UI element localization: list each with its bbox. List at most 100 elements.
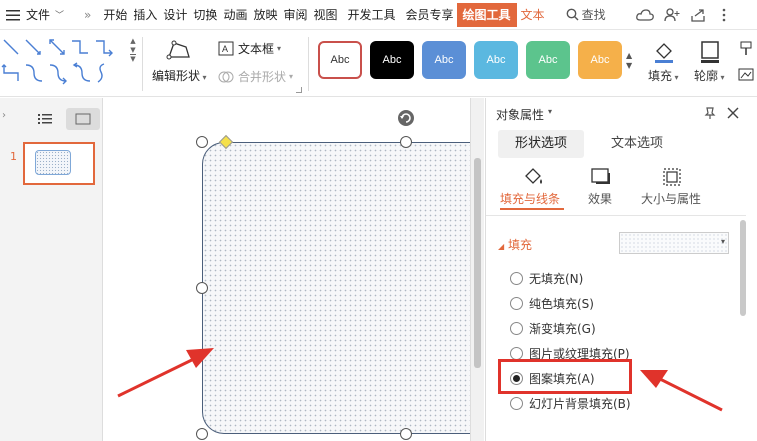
style-blue[interactable]: Abc [422, 41, 466, 79]
radio-button [510, 322, 523, 335]
ribbon: ▲ ▼ ▼ 编辑形状 ▾ A 文本框 ▾ 合并形状 ▾ Abc Abc Abc Abc … [0, 31, 757, 97]
tab-view[interactable]: 视图 [310, 0, 340, 30]
radio-no-fill[interactable]: 无填充(N) [510, 270, 583, 287]
slide-number: 1 [10, 150, 17, 163]
slide-thumbnail[interactable] [23, 142, 95, 185]
tab-home[interactable]: 开始 [100, 0, 130, 30]
svg-text:A: A [222, 44, 228, 54]
panel-title[interactable]: 对象属性 [496, 106, 544, 123]
more-options-icon[interactable] [719, 0, 729, 30]
radio-label: 渐变填充(G) [529, 322, 596, 336]
tab-design[interactable]: 设计 [160, 0, 190, 30]
tab-shape-options[interactable]: 形状选项 [498, 130, 584, 158]
outline-button[interactable]: 轮廓 ▾ [690, 37, 730, 89]
style-outline-red[interactable]: Abc [318, 41, 362, 79]
radio-button [510, 297, 523, 310]
resize-handle[interactable] [196, 282, 208, 294]
tab-animation[interactable]: 动画 [220, 0, 250, 30]
close-icon[interactable] [727, 107, 739, 119]
radio-slide-background-fill[interactable]: 幻灯片背景填充(B) [510, 395, 631, 412]
fill-label: 填充 [648, 69, 673, 83]
pin-icon[interactable] [703, 106, 717, 120]
tab-transition[interactable]: 切换 [190, 0, 220, 30]
picture-effects-icon[interactable] [738, 67, 754, 83]
style-green[interactable]: Abc [526, 41, 570, 79]
outline-icon [701, 41, 719, 63]
text-box-button[interactable]: A 文本框 ▾ [218, 39, 281, 57]
search-label: 查找 [581, 8, 606, 22]
tab-member[interactable]: 会员专享 [403, 0, 457, 30]
resize-handle[interactable] [196, 136, 208, 148]
format-painter-icon[interactable] [738, 41, 754, 57]
tab-developer[interactable]: 开发工具 [345, 0, 399, 30]
canvas-scrollbar[interactable] [470, 98, 484, 441]
tab-drawing-tools[interactable]: 绘图工具 [456, 2, 517, 27]
chevron-down-icon: ▾ [548, 107, 553, 116]
style-light-blue[interactable]: Abc [474, 41, 518, 79]
style-orange[interactable]: Abc [578, 41, 622, 79]
panel-scrollbar[interactable] [739, 218, 747, 318]
fill-button[interactable]: 填充 ▾ [644, 37, 684, 89]
search-icon [566, 8, 579, 21]
scrollbar-thumb[interactable] [740, 220, 746, 316]
rotate-handle-icon[interactable] [396, 108, 416, 128]
fill-bucket-icon [655, 43, 673, 63]
tab-slideshow[interactable]: 放映 [250, 0, 280, 30]
share-icon[interactable] [687, 0, 709, 30]
scrollbar-thumb[interactable] [474, 158, 481, 368]
tab-insert[interactable]: 插入 [130, 0, 160, 30]
outline-view-icon[interactable] [38, 113, 52, 125]
subtab-fill-line[interactable]: 填充与线条 [498, 166, 568, 212]
ribbon-expand-icon[interactable] [296, 87, 302, 93]
selected-shape[interactable] [202, 142, 470, 434]
thumbnail-view-button[interactable] [66, 108, 100, 130]
tab-text-options[interactable]: 文本选项 [594, 130, 680, 158]
resize-handle[interactable] [196, 428, 208, 440]
merge-shape-icon [218, 71, 234, 82]
add-user-icon[interactable] [661, 0, 683, 30]
divider [486, 215, 746, 216]
subtab-fill-line-label: 填充与线条 [500, 192, 561, 206]
more-tabs-button[interactable]: » [81, 0, 94, 30]
cloud-icon[interactable] [633, 0, 657, 30]
radio-solid-fill[interactable]: 纯色填充(S) [510, 295, 594, 312]
gallery-scroll[interactable]: ▲ ▼ ▼ [128, 37, 138, 89]
active-underline [500, 208, 564, 210]
subtab-effects-label: 效果 [588, 192, 613, 206]
search-button[interactable]: 查找 [563, 0, 609, 30]
file-menu[interactable]: 文件 ﹀ [23, 0, 67, 30]
separator [142, 37, 143, 91]
collapse-pane-icon[interactable]: › [2, 110, 6, 121]
fill-bucket-icon [525, 168, 542, 184]
merge-shape-button[interactable]: 合并形状 ▾ [218, 67, 293, 85]
style-black[interactable]: Abc [370, 41, 414, 79]
fill-preview-dropdown[interactable]: ▾ [619, 232, 729, 254]
slide-view-icon [75, 113, 91, 125]
fill-section-label: 填充 [507, 238, 532, 252]
subtab-size-properties[interactable]: 大小与属性 [641, 166, 721, 212]
shape-styles-gallery: Abc Abc Abc Abc Abc Abc ▲ ▼ [312, 31, 638, 97]
resize-handle[interactable] [400, 136, 412, 148]
radio-button [510, 272, 523, 285]
edit-shape-label: 编辑形状 [152, 69, 201, 83]
tab-review[interactable]: 审阅 [280, 0, 310, 30]
subtab-effects[interactable]: 效果 [586, 166, 626, 212]
resize-handle[interactable] [400, 428, 412, 440]
text-box-icon: A [218, 41, 234, 55]
panel-header: 对象属性 ▾ [486, 98, 757, 128]
fill-section-header[interactable]: ◢ 填充 [498, 236, 532, 253]
tab-text-tools[interactable]: 文本 [517, 0, 549, 30]
menu-icon[interactable] [0, 0, 23, 30]
edit-shape-icon [166, 40, 190, 60]
separator [308, 37, 309, 91]
edit-shape-button[interactable]: 编辑形状 ▾ [150, 37, 210, 89]
annotation-arrow [640, 370, 723, 412]
annotation-highlight-box [498, 359, 632, 394]
size-icon [663, 168, 681, 186]
radio-button [510, 397, 523, 410]
radio-gradient-fill[interactable]: 渐变填充(G) [510, 320, 596, 337]
slide-thumbnail-pane: › 1 [0, 98, 103, 441]
merge-shape-label: 合并形状 [238, 69, 287, 84]
styles-scroll[interactable]: ▲ ▼ [626, 51, 632, 71]
line-shapes-gallery[interactable] [0, 37, 122, 87]
